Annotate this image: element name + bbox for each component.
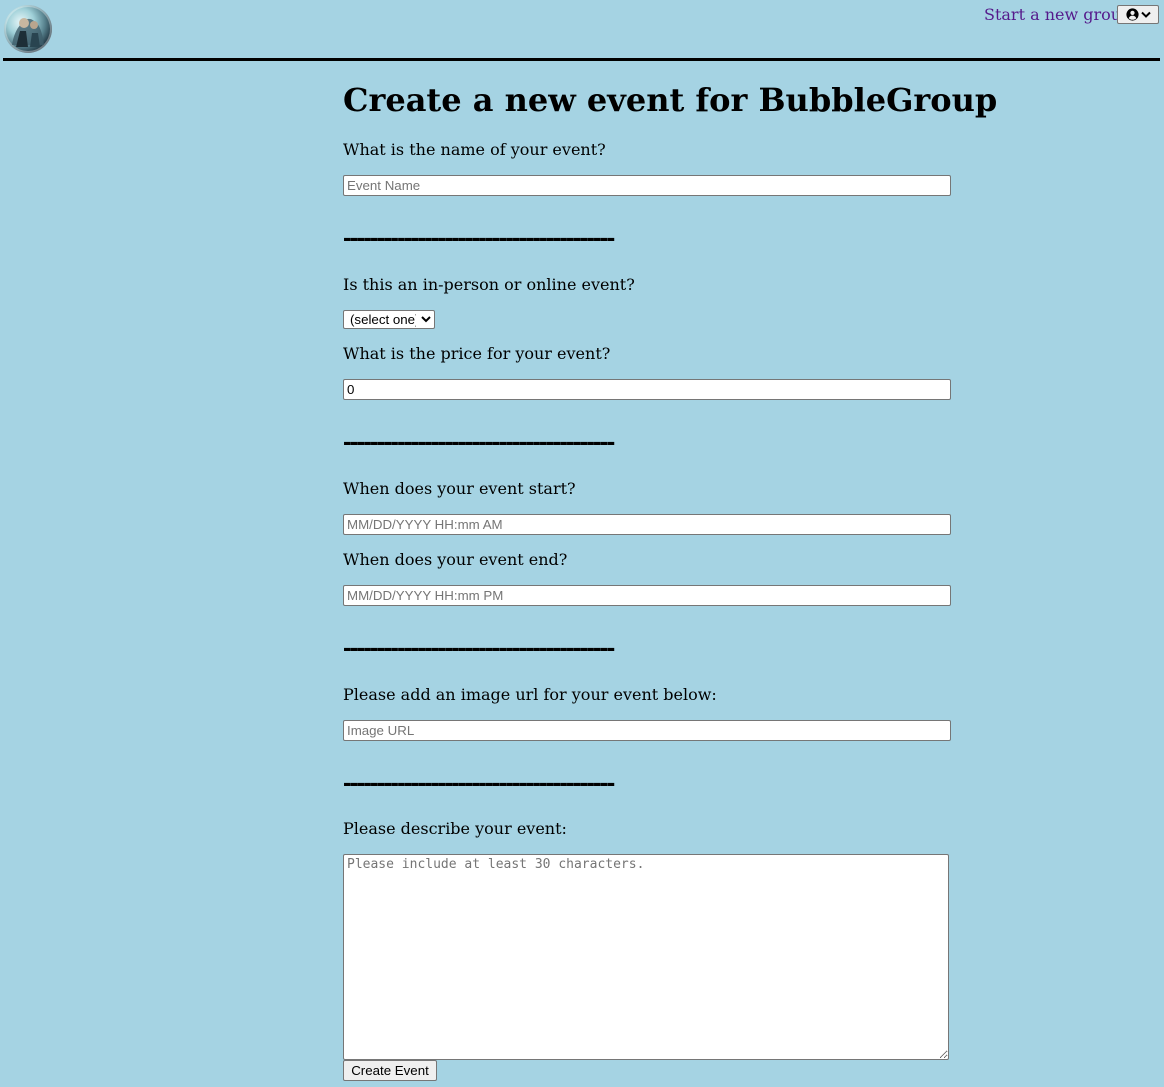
event-description-label: Please describe your event: — [343, 819, 567, 838]
event-type-label: Is this an in-person or online event? — [343, 275, 635, 294]
event-image-label: Please add an image url for your event b… — [343, 685, 717, 704]
event-start-label: When does your event start? — [343, 479, 576, 498]
event-end-input[interactable] — [343, 585, 951, 606]
chevron-down-icon — [1140, 11, 1151, 19]
event-image-url-input[interactable] — [343, 720, 951, 741]
page-title: Create a new event for BubbleGroup — [343, 81, 998, 119]
event-type-select[interactable]: (select one) — [343, 310, 435, 329]
create-event-button[interactable]: Create Event — [343, 1060, 437, 1081]
event-price-input[interactable] — [343, 379, 951, 400]
header-divider — [3, 58, 1160, 61]
section-divider: ---------------------------------------- — [343, 227, 615, 247]
create-event-form: Create a new event for BubbleGroup What … — [343, 80, 998, 1081]
event-price-label: What is the price for your event? — [343, 344, 611, 363]
event-name-label: What is the name of your event? — [343, 140, 606, 159]
top-nav: Start a new group — [0, 0, 1164, 58]
event-description-textarea[interactable] — [343, 854, 949, 1060]
group-logo-image[interactable] — [4, 5, 52, 53]
user-circle-icon — [1125, 8, 1139, 21]
event-end-label: When does your event end? — [343, 550, 568, 569]
start-new-group-link[interactable]: Start a new group — [984, 5, 1131, 25]
section-divider: ---------------------------------------- — [343, 772, 615, 792]
section-divider: ---------------------------------------- — [343, 637, 615, 657]
profile-menu-button[interactable] — [1117, 5, 1159, 24]
event-name-input[interactable] — [343, 175, 951, 196]
section-divider: ---------------------------------------- — [343, 431, 615, 451]
event-start-input[interactable] — [343, 514, 951, 535]
